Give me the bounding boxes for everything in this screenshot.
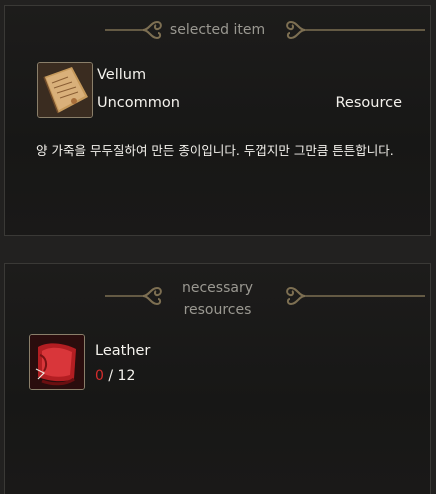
item-name: Vellum — [97, 67, 147, 83]
leather-hide-icon — [30, 335, 84, 389]
item-slot[interactable] — [37, 62, 93, 118]
resource-count: 0 / 12 — [95, 368, 135, 384]
resource-name: Leather — [95, 343, 151, 359]
item-description: 양 가죽을 무두질하여 만든 종이입니다. 두껍지만 그만큼 튼튼합니다. — [36, 143, 394, 158]
resource-slot[interactable] — [29, 334, 85, 390]
right-ornament-icon — [286, 286, 425, 306]
right-ornament-icon — [286, 20, 425, 40]
vellum-scroll-icon — [38, 63, 92, 117]
selected-item-panel: selected item Vellum Uncommon Resource 양… — [4, 5, 431, 236]
resource-required-count: 12 — [117, 368, 136, 384]
resource-count-separator: / — [103, 368, 118, 384]
item-rarity: Uncommon — [97, 95, 180, 111]
item-category: Resource — [335, 95, 403, 111]
necessary-resources-panel: necessary resources Leather 0 / 12 — [4, 263, 431, 494]
resource-current-count: 0 — [95, 368, 104, 384]
